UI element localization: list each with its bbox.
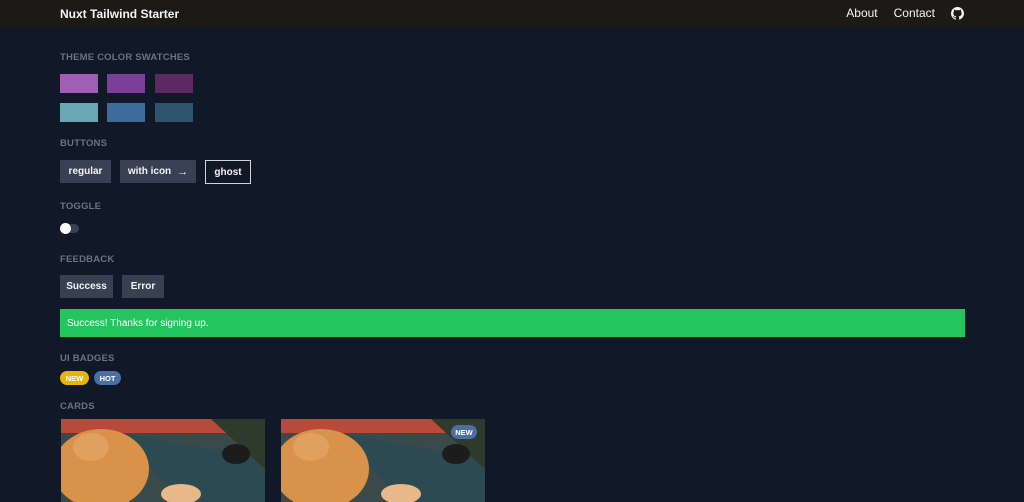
- swatch-secondary-dark: [155, 103, 193, 122]
- badge-new-label: NEW: [65, 373, 84, 383]
- success-button-label: Success: [66, 281, 107, 292]
- section-title-swatches: THEME COLOR SWATCHES: [60, 52, 190, 63]
- section-title-cards: CARDS: [60, 401, 95, 412]
- arrow-right-icon: →: [177, 165, 189, 178]
- cat-photo: [61, 419, 265, 502]
- section-title-badges: UI BADGES: [60, 353, 115, 364]
- toggle-switch[interactable]: [60, 223, 79, 234]
- badge-new: NEW: [60, 371, 89, 385]
- regular-button[interactable]: regular: [60, 160, 111, 183]
- success-button[interactable]: Success: [60, 275, 113, 298]
- success-alert-text: Success! Thanks for signing up.: [67, 317, 209, 329]
- section-title-feedback: FEEDBACK: [60, 254, 115, 265]
- swatch-primary-dark: [155, 74, 193, 93]
- badge-hot: HOT: [94, 371, 121, 385]
- section-title-toggle: TOGGLE: [60, 201, 102, 212]
- regular-button-label: regular: [68, 166, 103, 177]
- nav-about-link[interactable]: About: [846, 6, 877, 20]
- card-2[interactable]: NEW: [281, 419, 485, 502]
- with-icon-button-label: with icon: [127, 166, 172, 177]
- github-icon[interactable]: [951, 6, 964, 20]
- site-title[interactable]: Nuxt Tailwind Starter: [60, 7, 179, 21]
- badge-hot-label: HOT: [99, 373, 116, 383]
- with-icon-button[interactable]: with icon →: [120, 160, 196, 183]
- swatch-secondary: [107, 103, 145, 122]
- ghost-button[interactable]: ghost: [205, 160, 251, 184]
- toggle-knob: [60, 223, 71, 234]
- top-navbar: Nuxt Tailwind Starter About Contact: [0, 0, 1024, 27]
- error-button[interactable]: Error: [122, 275, 164, 298]
- section-title-buttons: BUTTONS: [60, 138, 108, 149]
- error-button-label: Error: [130, 281, 156, 292]
- swatch-primary: [107, 74, 145, 93]
- card-badge-new: NEW: [451, 425, 477, 439]
- ghost-button-label: ghost: [214, 166, 242, 178]
- swatch-secondary-light: [60, 103, 98, 122]
- swatch-primary-light: [60, 74, 98, 93]
- nav-contact-link[interactable]: Contact: [894, 6, 935, 20]
- card-1[interactable]: [61, 419, 265, 502]
- success-alert: Success! Thanks for signing up.: [60, 309, 965, 337]
- nav-links: About Contact: [846, 6, 964, 20]
